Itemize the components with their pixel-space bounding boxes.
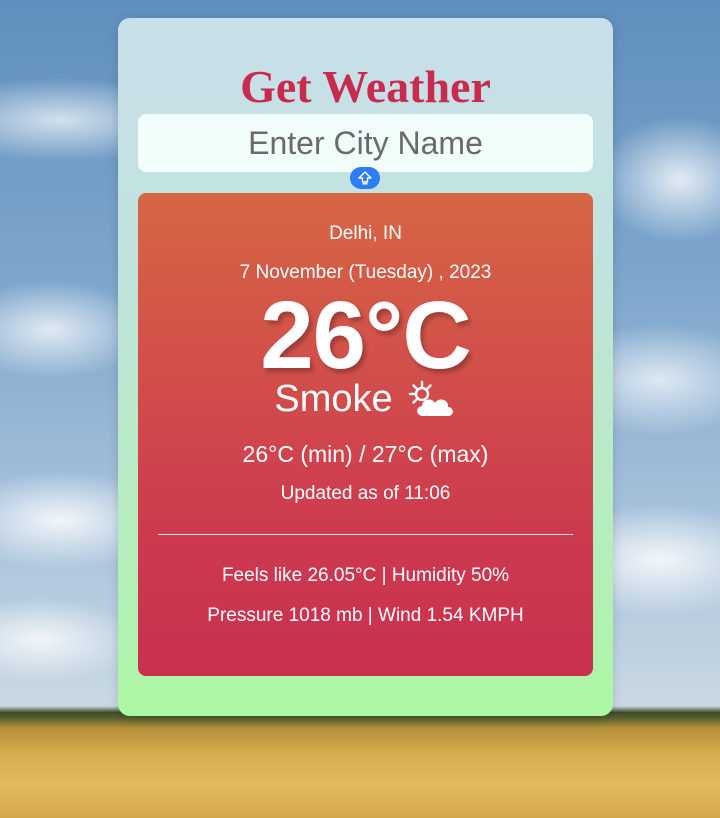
sun-behind-cloud-icon [408,380,453,416]
weather-card: Get Weather Delhi, IN 7 November (Tuesda… [118,18,613,716]
location-label: Delhi, IN [329,223,402,244]
city-search-input[interactable] [138,114,593,172]
min-max-temperature: 26°C (min) / 27°C (max) [242,441,489,467]
pressure-wind: Pressure 1018 mb | Wind 1.54 KMPH [207,605,524,626]
up-arrow-icon [358,171,372,185]
page-title: Get Weather [240,61,491,112]
feels-like-humidity: Feels like 26.05°C | Humidity 50% [221,565,510,586]
divider [158,534,573,535]
search-button[interactable] [350,167,380,189]
temperature-value: 26°C [260,282,472,389]
weather-result-panel: Delhi, IN 7 November (Tuesday) , 2023 26… [138,193,593,676]
condition-row: Smoke [138,378,593,421]
updated-time: Updated as of 11:06 [280,483,451,504]
condition-label: Smoke [274,378,393,420]
background-field [0,712,720,818]
